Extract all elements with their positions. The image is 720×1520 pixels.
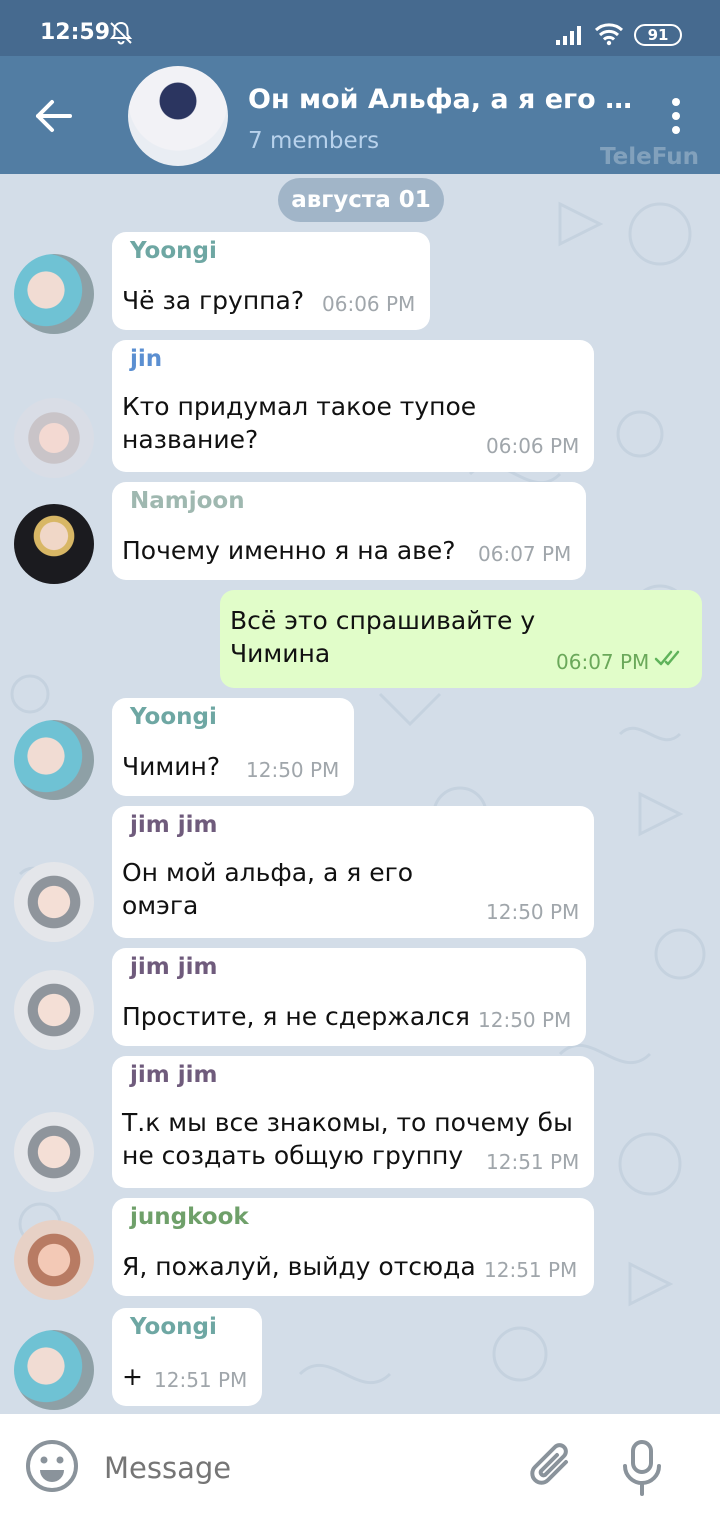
avatar-yoongi[interactable] bbox=[14, 1330, 94, 1410]
avatar-jimin[interactable] bbox=[14, 970, 94, 1050]
message-time: 12:51 PM bbox=[484, 1258, 578, 1282]
emoji-icon[interactable] bbox=[24, 1438, 80, 1494]
message-bubble[interactable]: Yoongi Чимин? 12:50 PM bbox=[112, 698, 354, 796]
avatar-yoongi[interactable] bbox=[14, 254, 94, 334]
bell-off-icon bbox=[109, 21, 133, 45]
message-sender[interactable]: jin bbox=[130, 346, 162, 372]
message-sender[interactable]: jungkook bbox=[130, 1204, 249, 1230]
avatar-jin[interactable] bbox=[14, 398, 94, 478]
message-time: 06:06 PM bbox=[322, 292, 416, 316]
message-time: 06:07 PM bbox=[478, 542, 572, 566]
status-bar: 12:59 91 bbox=[0, 0, 720, 56]
message-sender[interactable]: Namjoon bbox=[130, 488, 245, 514]
message-bubble[interactable]: Yoongi + 12:51 PM bbox=[112, 1308, 262, 1406]
message-text: Кто придумал такое тупое название? bbox=[122, 392, 477, 454]
message-bubble[interactable]: jim jim Т.к мы все знакомы, то почему бы… bbox=[112, 1056, 594, 1188]
avatar-yoongi[interactable] bbox=[14, 720, 94, 800]
message-bubble[interactable]: Yoongi Чё за группа? 06:06 PM bbox=[112, 232, 430, 330]
message-text: Всё это спрашивайте у Чимина bbox=[230, 606, 536, 668]
message-bubble[interactable]: Namjoon Почему именно я на аве? 06:07 PM bbox=[112, 482, 586, 580]
double-check-icon bbox=[654, 650, 680, 666]
more-vertical-icon[interactable] bbox=[664, 96, 688, 136]
message-bubble[interactable]: jungkook Я, пожалуй, выйду отсюда 12:51 … bbox=[112, 1198, 594, 1296]
message-bubble[interactable]: jin Кто придумал такое тупое название? 0… bbox=[112, 340, 594, 472]
paperclip-icon[interactable] bbox=[526, 1440, 580, 1494]
avatar-jimin[interactable] bbox=[14, 1112, 94, 1192]
message-time: 12:50 PM bbox=[478, 1008, 572, 1032]
message-text: Чимин? bbox=[122, 752, 221, 781]
message-text: Я, пожалуй, выйду отсюда bbox=[122, 1252, 476, 1281]
message-time: 06:07 PM bbox=[556, 650, 650, 674]
message-sender[interactable]: jim jim bbox=[130, 812, 217, 838]
message-text: + bbox=[122, 1362, 143, 1391]
message-sender[interactable]: jim jim bbox=[130, 954, 217, 980]
message-time: 12:50 PM bbox=[246, 758, 340, 782]
microphone-icon[interactable] bbox=[620, 1438, 664, 1498]
message-time: 12:50 PM bbox=[486, 900, 580, 924]
watermark: TeleFun bbox=[600, 144, 700, 170]
status-time: 12:59 bbox=[40, 20, 111, 45]
message-input[interactable] bbox=[104, 1448, 504, 1488]
message-bubble[interactable]: jim jim Он мой альфа, а я его омэга 12:5… bbox=[112, 806, 594, 938]
outgoing-message-bubble[interactable]: Всё это спрашивайте у Чимина 06:07 PM bbox=[220, 590, 702, 688]
avatar-jimin[interactable] bbox=[14, 862, 94, 942]
back-arrow-icon[interactable] bbox=[34, 98, 74, 134]
signal-icon bbox=[556, 26, 581, 45]
message-time: 06:06 PM bbox=[486, 434, 580, 458]
message-sender[interactable]: Yoongi bbox=[130, 238, 217, 264]
message-input-bar bbox=[0, 1414, 720, 1520]
chat-header: Он мой Альфа, а я его Ом… 7 members Tele… bbox=[0, 56, 720, 174]
message-sender[interactable]: Yoongi bbox=[130, 1314, 217, 1340]
member-count[interactable]: 7 members bbox=[248, 128, 379, 154]
message-text: Простите, я не сдержался bbox=[122, 1002, 470, 1031]
chat-title[interactable]: Он мой Альфа, а я его Ом… bbox=[248, 84, 638, 115]
message-time: 12:51 PM bbox=[486, 1150, 580, 1174]
message-text: Почему именно я на аве? bbox=[122, 536, 456, 565]
message-sender[interactable]: jim jim bbox=[130, 1062, 217, 1088]
message-sender[interactable]: Yoongi bbox=[130, 704, 217, 730]
message-list[interactable]: августа 01 Yoongi Чё за группа? 06:06 PM… bbox=[0, 174, 720, 1414]
avatar-namjoon[interactable] bbox=[14, 504, 94, 584]
group-avatar[interactable] bbox=[128, 66, 228, 166]
message-text: Он мой альфа, а я его омэга bbox=[122, 858, 414, 920]
message-bubble[interactable]: jim jim Простите, я не сдержался 12:50 P… bbox=[112, 948, 586, 1046]
avatar-jungkook[interactable] bbox=[14, 1220, 94, 1300]
battery-indicator: 91 bbox=[634, 24, 682, 46]
message-text: Чё за группа? bbox=[122, 286, 305, 315]
date-divider: августа 01 bbox=[278, 178, 444, 222]
wifi-icon bbox=[594, 23, 624, 46]
message-time: 12:51 PM bbox=[154, 1368, 248, 1392]
